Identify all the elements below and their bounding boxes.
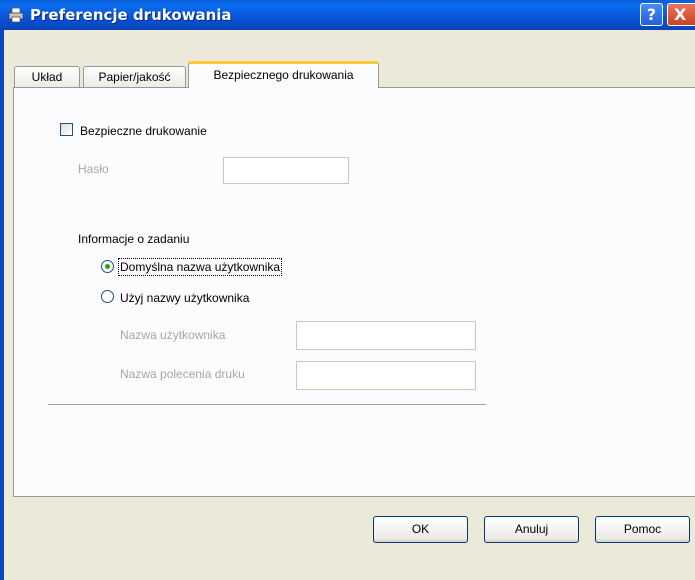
help-button[interactable]: Pomoc [595,516,690,543]
ok-button[interactable]: OK [373,516,468,543]
custom-username-label[interactable]: Użyj nazwy użytkownika [120,291,249,305]
job-name-field[interactable] [296,361,476,390]
title-bar[interactable]: Preferencje drukowania ? X [0,0,695,30]
title-help-button[interactable]: ? [640,3,663,26]
username-field[interactable] [296,321,476,350]
password-label: Hasło [78,162,109,176]
title-close-button[interactable]: X [667,3,695,26]
tab-layout[interactable]: Układ [14,66,80,87]
default-username-radio[interactable] [101,260,114,273]
tab-paper-quality[interactable]: Papier/jakość [83,66,186,87]
password-field[interactable] [223,157,349,184]
custom-username-radio[interactable] [101,290,114,303]
window-title: Preferencje drukowania [30,6,232,24]
window-frame-left [0,30,4,580]
default-username-label[interactable]: Domyślna nazwa użytkownika [118,258,283,276]
printer-icon [8,7,24,23]
secure-print-checkbox[interactable] [60,123,73,136]
job-name-label: Nazwa polecenia druku [120,367,245,381]
secure-print-label[interactable]: Bezpieczne drukowanie [80,124,207,138]
tab-panel [13,87,695,497]
username-label: Nazwa użytkownika [120,328,226,342]
cancel-button[interactable]: Anuluj [484,516,579,543]
divider [48,404,486,406]
tab-secure-print[interactable]: Bezpiecznego drukowania [188,61,379,88]
job-info-group-label: Informacje o zadaniu [78,232,190,246]
